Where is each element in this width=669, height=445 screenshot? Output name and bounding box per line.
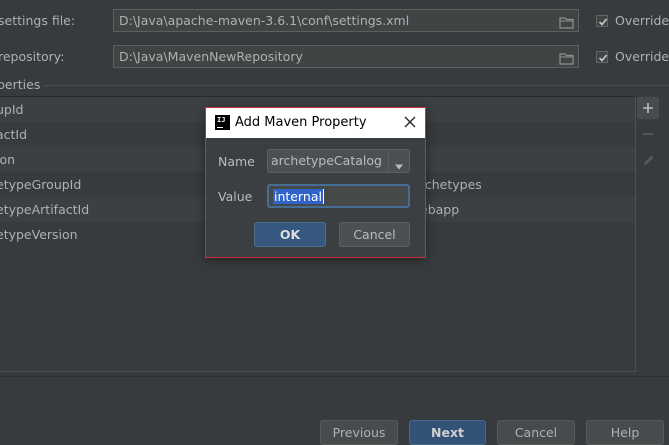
ok-button[interactable]: OK [254, 222, 326, 247]
value-input[interactable]: internal [267, 184, 410, 208]
maven-settings-window: settings file: D:\Java\apache-maven-3.6.… [0, 0, 669, 445]
close-icon[interactable] [403, 115, 417, 129]
name-combobox-value: archetypeCatalog [271, 153, 382, 168]
text-caret [323, 189, 324, 204]
add-maven-property-dialog: IJ Add Maven Property Name archetypeCata… [205, 107, 426, 258]
dialog-title: Add Maven Property [235, 115, 367, 130]
name-combobox[interactable]: archetypeCatalog [267, 149, 410, 173]
app-icon-text: IJ [217, 116, 226, 124]
intellij-app-icon: IJ [215, 115, 230, 130]
dialog-titlebar[interactable]: IJ Add Maven Property [206, 108, 425, 138]
name-label: Name [218, 154, 255, 169]
value-input-text: internal [273, 189, 323, 204]
chevron-down-icon[interactable] [394, 158, 404, 173]
dialog-cancel-button[interactable]: Cancel [339, 222, 410, 247]
value-label: Value [218, 189, 253, 204]
